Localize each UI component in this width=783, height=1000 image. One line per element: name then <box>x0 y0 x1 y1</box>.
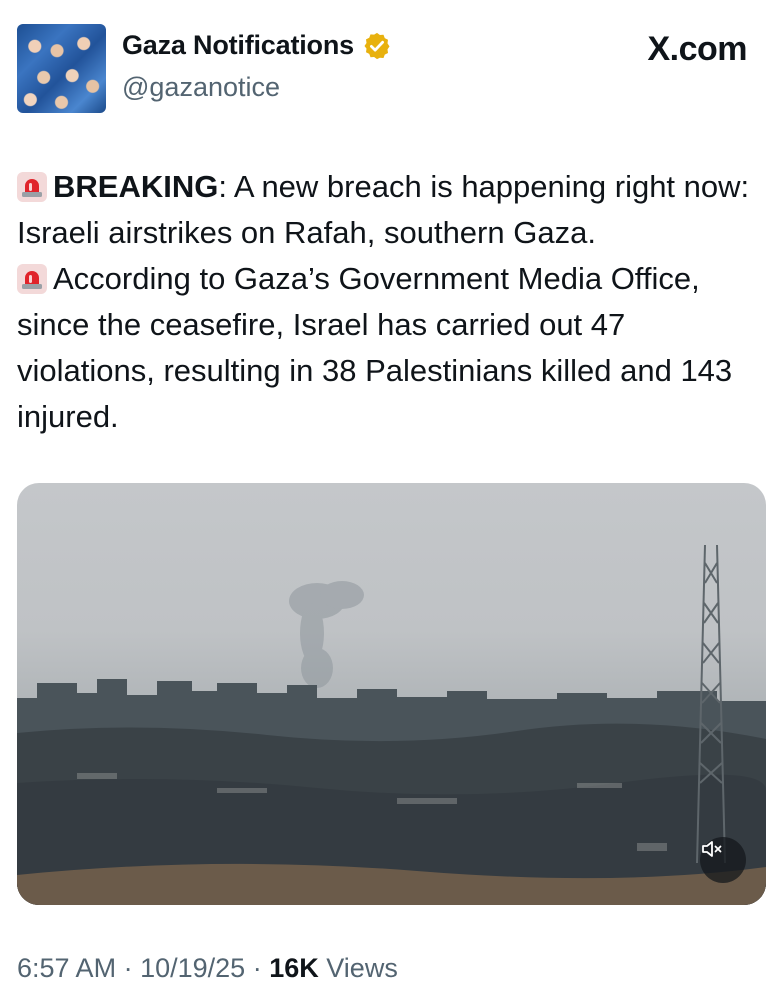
meta-separator: · <box>123 953 133 983</box>
author-name-row: Gaza Notifications <box>122 30 392 61</box>
verified-badge-icon <box>364 32 390 59</box>
tweet-meta: 6:57 AM · 10/19/25 · 16K Views <box>17 953 398 984</box>
tweet-date[interactable]: 10/19/25 <box>140 953 245 983</box>
siren-icon <box>17 264 47 294</box>
author-handle[interactable]: @gazanotice <box>122 72 280 103</box>
meta-separator: · <box>252 953 262 983</box>
video-frame <box>17 544 766 905</box>
tweet-text: BREAKING: A new breach is happening righ… <box>17 164 757 440</box>
source-label: X.com <box>647 30 747 68</box>
tweet-time[interactable]: 6:57 AM <box>17 953 116 983</box>
mute-button[interactable] <box>700 837 746 883</box>
tweet-video[interactable] <box>17 483 766 905</box>
avatar[interactable] <box>17 24 106 113</box>
author-display-name[interactable]: Gaza Notifications <box>122 30 354 61</box>
views-count: 16K <box>269 953 319 983</box>
tweet-paragraph-2: According to Gaza’s Government Media Off… <box>17 261 733 434</box>
muted-speaker-icon <box>702 841 722 857</box>
breaking-label: BREAKING <box>53 169 219 204</box>
views-label: Views <box>326 953 398 983</box>
siren-icon <box>17 172 47 202</box>
